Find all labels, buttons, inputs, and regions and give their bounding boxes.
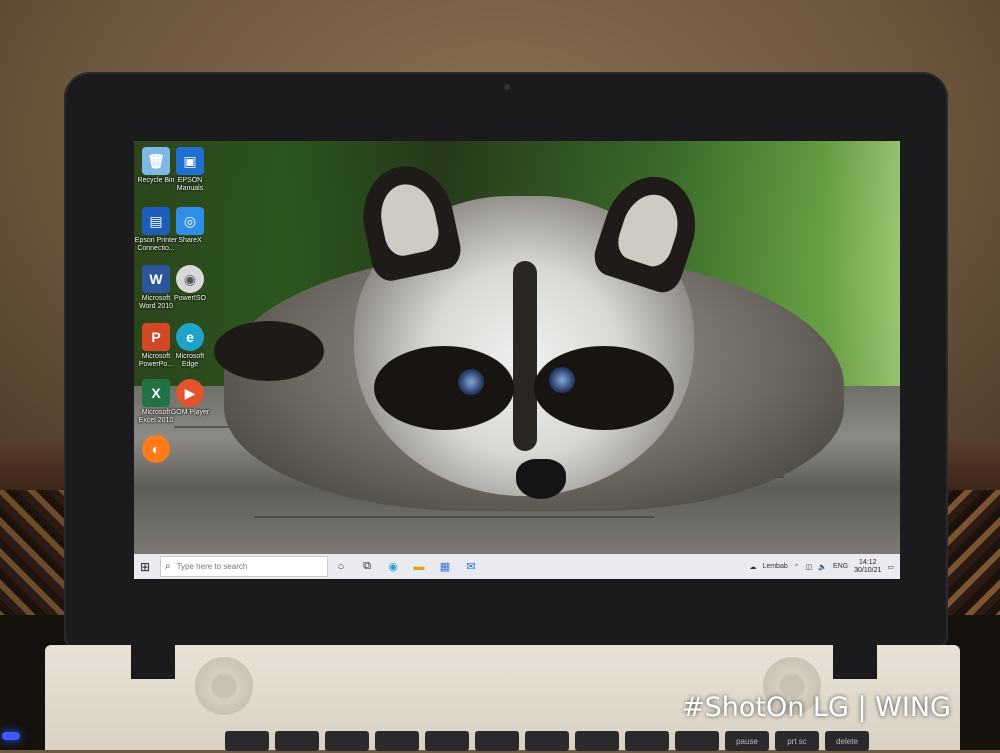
raccoon-stripe	[513, 261, 537, 451]
desktop-icon-epson-manuals[interactable]: ▣ EPSON Manuals	[162, 147, 218, 193]
hinge-left	[131, 641, 175, 679]
keyboard-key[interactable]	[625, 731, 669, 751]
poweriso-icon: ◉	[176, 265, 204, 293]
task-view-icon: ⧉	[363, 560, 371, 572]
desktop-icon-edge[interactable]: e Microsoft Edge	[162, 323, 218, 369]
desktop-screen: 🗑 Recycle Bin ▣ EPSON Manuals ▤ Epson Pr…	[134, 141, 900, 579]
clock[interactable]: 14:12 30/10/21	[854, 559, 881, 575]
weather-icon: ☁	[749, 563, 757, 571]
notification-icon[interactable]: ▭	[887, 563, 894, 571]
raccoon-eye-left	[458, 369, 484, 395]
mail-icon: ✉	[466, 561, 476, 573]
desktop-icon-poweriso[interactable]: ◉ PowerISO	[162, 265, 218, 303]
folder-icon: ▬	[413, 560, 425, 573]
network-icon[interactable]: ◫	[806, 563, 813, 571]
taskbar-store[interactable]: ▦	[432, 554, 458, 579]
desktop-icon-sharex[interactable]: ◎ ShareX	[162, 207, 218, 245]
task-view-button[interactable]: ⧉	[354, 554, 380, 579]
speaker-left	[195, 657, 253, 715]
cortana-icon: ○	[337, 560, 345, 573]
keyboard-key-pause[interactable]: pause	[725, 731, 769, 751]
power-led	[2, 732, 20, 740]
system-tray: ☁ Lembab ⌃ ◫ 🔈 ENG 14:12 30/10/21 ▭	[749, 559, 900, 575]
epson-manuals-icon: ▣	[176, 147, 204, 175]
taskbar-edge[interactable]: ◉	[380, 554, 406, 579]
windows-icon: ⊞	[139, 559, 151, 574]
clock-date: 30/10/21	[854, 566, 882, 574]
taskbar-mail[interactable]: ✉	[458, 554, 484, 579]
start-button[interactable]: ⊞	[134, 554, 156, 579]
language-indicator[interactable]: ENG	[833, 563, 848, 570]
desktop-icon-firefox[interactable]: ◐	[134, 435, 184, 465]
gom-player-icon: ▶	[176, 379, 204, 407]
store-icon: ▦	[439, 561, 451, 573]
weather-text[interactable]: Lembab	[762, 563, 787, 570]
keyboard-key[interactable]	[675, 731, 719, 751]
keyboard-key[interactable]	[425, 731, 469, 751]
taskbar: ⊞ ⌕ Type here to search ○ ⧉ ◉ ▬ ▦ ✉ ☁ Le…	[134, 554, 900, 579]
keyboard-key[interactable]	[575, 731, 619, 751]
keyboard-key-delete[interactable]: delete	[825, 731, 869, 751]
search-placeholder: Type here to search	[176, 562, 248, 571]
keyboard-key[interactable]	[325, 731, 369, 751]
volume-icon[interactable]: 🔈	[818, 563, 827, 571]
clock-time: 14:12	[858, 558, 877, 566]
raccoon-eye-right	[549, 367, 575, 393]
search-icon: ⌕	[165, 561, 171, 572]
taskbar-file-explorer[interactable]: ▬	[406, 554, 432, 579]
edge-icon: ◉	[388, 561, 398, 573]
cortana-button[interactable]: ○	[328, 554, 354, 579]
desktop-icon-gom-player[interactable]: ▶ GOM Player	[162, 379, 218, 417]
keyboard-key[interactable]	[225, 731, 269, 751]
keyboard-key-prtsc[interactable]: prt sc	[775, 731, 819, 751]
photo-watermark: #ShotOn LG | WING	[682, 692, 951, 723]
desktop-icons: 🗑 Recycle Bin ▣ EPSON Manuals ▤ Epson Pr…	[134, 141, 254, 471]
raccoon-mask-left	[374, 346, 514, 430]
keyboard-key[interactable]	[375, 731, 419, 751]
sharex-icon: ◎	[176, 207, 204, 235]
raccoon-nose	[516, 459, 566, 499]
firefox-icon: ◐	[142, 435, 170, 463]
keyboard-key[interactable]	[525, 731, 569, 751]
chevron-up-icon[interactable]: ⌃	[794, 563, 800, 571]
edge-icon: e	[176, 323, 204, 351]
keyboard-key[interactable]	[275, 731, 319, 751]
taskbar-search[interactable]: ⌕ Type here to search	[160, 556, 328, 577]
keyboard-key[interactable]	[475, 731, 519, 751]
hinge-right	[833, 641, 877, 679]
webcam	[504, 84, 510, 90]
